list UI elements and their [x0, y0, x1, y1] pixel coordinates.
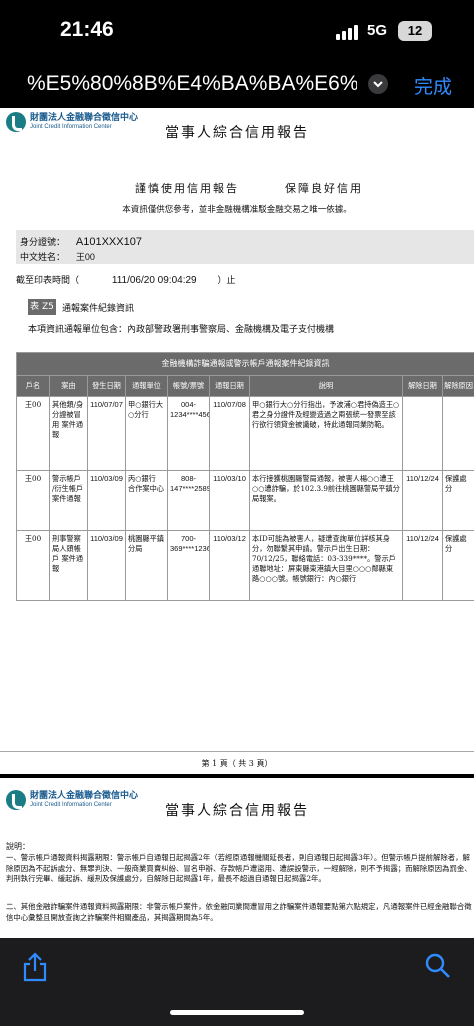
cell-release-reason: 保護處分: [441, 470, 474, 531]
status-time: 21:46: [60, 18, 114, 41]
cell-description: 本行接獲桃園縣警局通報，被害人楊○○遭王○○遭詐騙，於102.3.9前往桃園縣警…: [249, 470, 403, 531]
col-header: 解除日期: [402, 375, 443, 397]
cell-release-date: 110/12/24: [402, 470, 443, 531]
explanation-item-1: 一、警示帳戶通報資料揭露期限：警示帳戶自通報日起揭露2年（若經原通報機關延長者，…: [6, 853, 472, 883]
cell-notify-date: 110/03/12: [209, 530, 250, 601]
cell-account: 700-369****1236: [167, 530, 210, 601]
document-page-1: 財團法人金融聯合徵信中心 Joint Credit Information Ce…: [0, 108, 474, 774]
motto-left: 謹慎使用信用報告: [135, 182, 239, 195]
col-header: 解除原因: [441, 375, 474, 397]
cell-description: 甲○銀行大○分行指出，予波浦○君持偽造王○君之身分證件及經變造過之兩張統一發票至…: [249, 396, 403, 471]
id-value: A101XXX107: [75, 236, 142, 248]
col-header: 戶名: [16, 375, 50, 397]
cell-release-date: 110/12/24: [402, 530, 443, 601]
name-value: 王00: [75, 252, 95, 262]
report-units-text: 本項資訊通報單位包含：內政部警政署刑事警察局、金融機構及電子支付機構: [28, 325, 335, 335]
case-records-table: 金融機構詐騙通報或警示帳戶通報案件紀錄資訊 戶名 案由 發生日期 通報單位 帳號…: [15, 352, 474, 601]
id-label: 身分證號：: [20, 238, 66, 248]
print-value: 111/06/20 09:04:29: [111, 275, 197, 286]
cell-reason: 刑事警察局人頭帳戶 案件通報: [49, 530, 88, 601]
cell-name: 王00: [16, 396, 50, 471]
battery-icon: 12: [398, 21, 432, 41]
cell-description: 本ID可能為被害人，疑遭查詢單位詳核其身分，勿聯繫其申請。警示戶出生日期：70/…: [249, 530, 403, 601]
col-header: 帳號/票號: [167, 375, 210, 397]
col-header: 發生日期: [87, 375, 126, 397]
document-page-2: 財團法人金融聯合徵信中心 Joint Credit Information Ce…: [0, 778, 474, 938]
cell-name: 王00: [16, 470, 50, 531]
col-header: 通報日期: [209, 375, 250, 397]
cell-name: 王00: [16, 530, 50, 601]
cell-reason: 其他類/身分證被冒用 案件通報: [49, 396, 88, 471]
col-header: 說明: [249, 375, 403, 397]
cell-reason: 警示帳戶 /衍生帳戶 案件通報: [49, 470, 88, 531]
table-caption: 金融機構詐騙通報或警示帳戶通報案件紀錄資訊: [15, 352, 474, 376]
cell-occur-date: 110/03/09: [87, 470, 126, 531]
chevron-down-icon[interactable]: [368, 74, 388, 94]
print-time-row: 截至印表時間（ 111/06/20 09:04:29 ）止: [16, 273, 236, 286]
cell-account: 808-147****2589: [167, 470, 210, 531]
cell-notify-date: 110/03/10: [209, 470, 250, 531]
page-title: 當事人綜合信用報告: [165, 803, 309, 819]
search-icon[interactable]: [424, 952, 452, 984]
table-header-row: 戶名 案由 發生日期 通報單位 帳號/票號 通報日期 說明 解除日期 解除原因: [16, 375, 474, 397]
identity-block: 身分證號： A101XXX107 中文姓名： 王00: [16, 230, 474, 264]
explanation-item-2: 二、其他金融詐騙案件通報資料揭露期限：非警示帳戶案件，依金融同業間遭冒用之詐騙案…: [6, 902, 472, 922]
page-title: 當事人綜合信用報告: [165, 125, 309, 141]
share-icon[interactable]: [22, 952, 48, 986]
cell-unit: 桃園縣平鎮分局: [125, 530, 168, 601]
table-tag: 表 Z5: [28, 299, 56, 315]
table-row: 王00 警示帳戶 /衍生帳戶 案件通報 110/03/09 丙○銀行 合作案中心…: [16, 470, 474, 531]
explanation-label: 說明：: [6, 842, 30, 851]
cell-occur-date: 110/03/09: [87, 530, 126, 601]
id-row: 身分證號： A101XXX107: [20, 235, 142, 248]
notice-text: 本資訊僅供您參考，並非金融機構准駁金融交易之唯一依據。: [122, 205, 352, 215]
cell-account: 004-1234****4568: [167, 396, 210, 471]
table-row: 王00 其他類/身分證被冒用 案件通報 110/07/07 甲○銀行大○分行 0…: [16, 396, 474, 471]
table-row: 王00 刑事警察局人頭帳戶 案件通報 110/03/09 桃園縣平鎮分局 700…: [16, 530, 474, 601]
done-button[interactable]: 完成: [414, 72, 452, 99]
cell-release-date: [402, 396, 443, 471]
cell-unit: 甲○銀行大○分行: [125, 396, 168, 471]
cell-release-reason: [441, 396, 474, 471]
name-label: 中文姓名：: [20, 253, 66, 263]
document-url[interactable]: %E5%80%8B%E4%BA%BA%E6%: [27, 72, 357, 96]
print-label: 截至印表時間（: [16, 276, 80, 286]
page-number: 第 1 頁（ 共 3 頁）: [201, 759, 273, 768]
document-header-bar: %E5%80%8B%E4%BA%BA%E6% 完成: [0, 62, 474, 108]
cell-release-reason: 保護處分: [441, 530, 474, 601]
home-indicator[interactable]: [170, 1010, 304, 1015]
col-header: 通報單位: [125, 375, 168, 397]
network-type: 5G: [367, 22, 388, 39]
col-header: 案由: [49, 375, 88, 397]
cell-notify-date: 110/07/08: [209, 396, 250, 471]
motto-right: 保障良好信用: [285, 182, 363, 195]
status-bar: 21:46 5G 12: [0, 0, 474, 62]
name-row: 中文姓名： 王00: [20, 250, 95, 263]
footer-divider: [0, 751, 474, 752]
table-name: 通報案件紀錄資訊: [62, 304, 135, 314]
cell-unit: 丙○銀行 合作案中心: [125, 470, 168, 531]
print-suffix: ）止: [217, 276, 236, 286]
cell-occur-date: 110/07/07: [87, 396, 126, 471]
cellular-signal-icon: [336, 24, 362, 40]
